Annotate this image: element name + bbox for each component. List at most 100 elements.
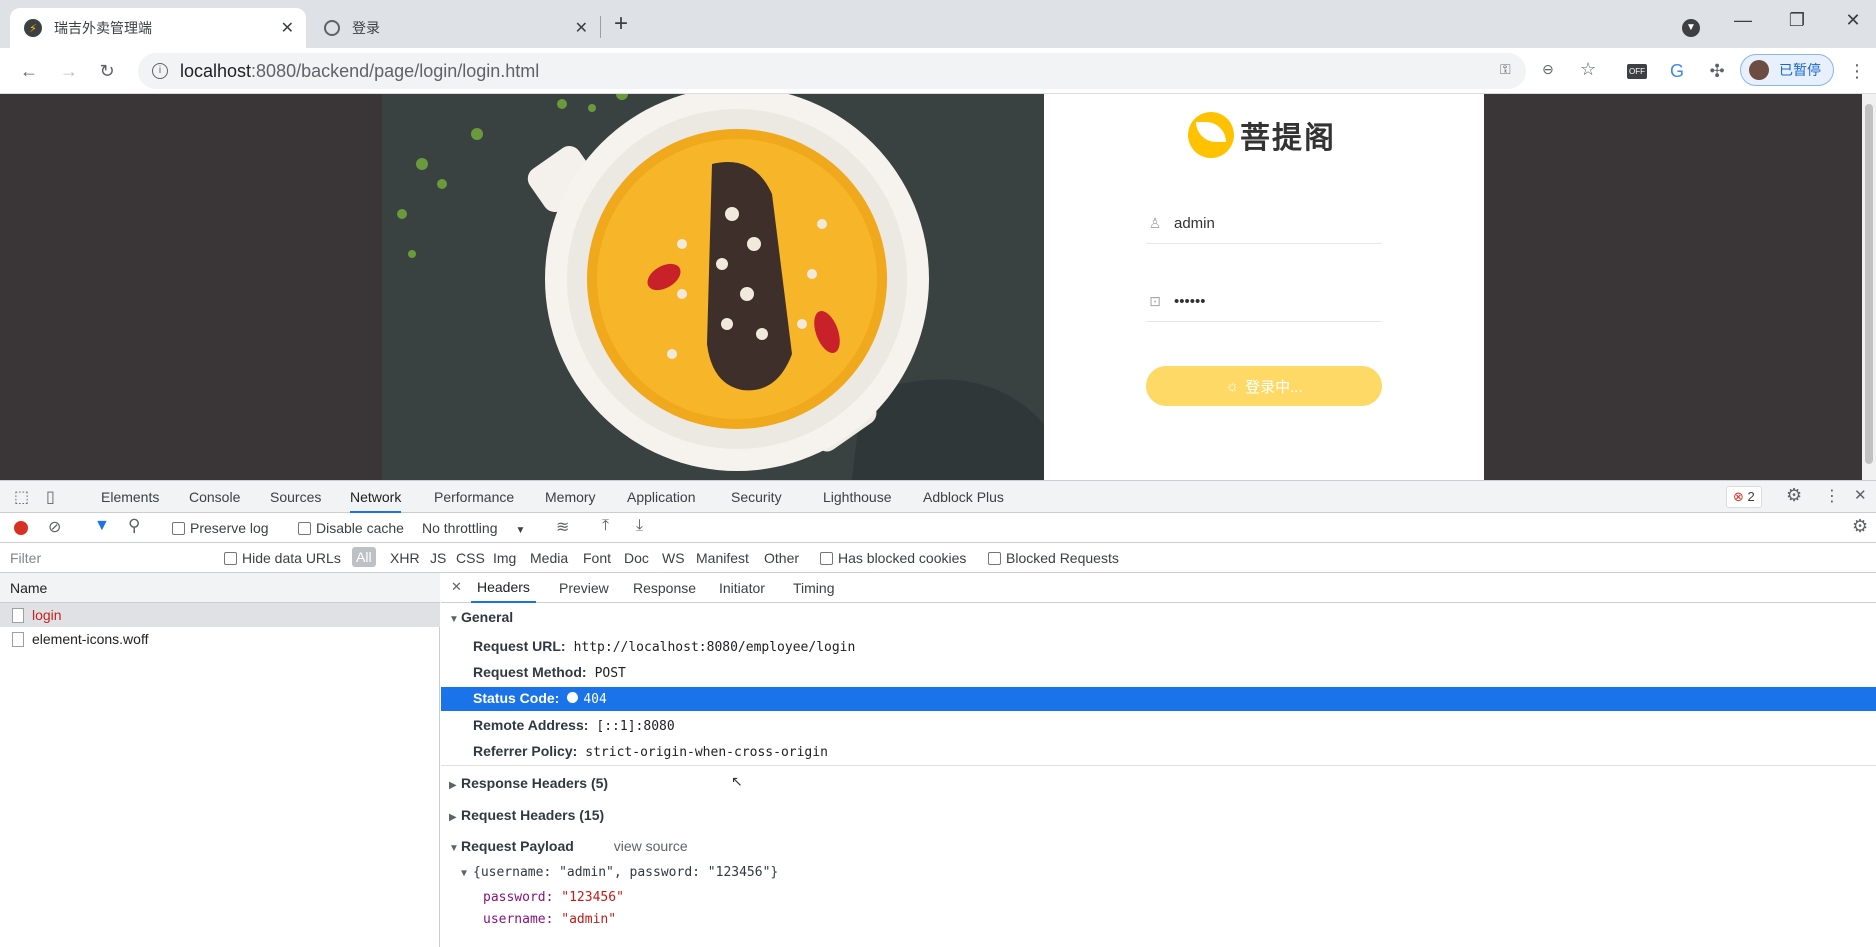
response-headers-toggle[interactable]: ▶ Response Headers (5) <box>449 775 608 791</box>
hide-data-urls-checkbox[interactable]: Hide data URLs <box>224 550 341 566</box>
password-field[interactable]: ⊡ •••••• <box>1146 282 1382 322</box>
request-name: element-icons.woff <box>32 631 149 647</box>
expand-triangle-icon: ▼ <box>449 614 459 625</box>
address-bar[interactable]: i localhost:8080/backend/page/login/logi… <box>138 53 1596 89</box>
brand-name: 菩提阁 <box>1240 122 1336 155</box>
restore-button[interactable]: ❐ <box>1782 10 1812 31</box>
new-tab-button[interactable]: + <box>614 10 628 38</box>
search-icon[interactable]: ⚲ <box>128 516 140 536</box>
tab-initiator[interactable]: Initiator <box>719 580 765 596</box>
tab-preview[interactable]: Preview <box>559 580 609 596</box>
devtools-tab-performance[interactable]: Performance <box>434 481 514 513</box>
table-row[interactable]: login <box>0 603 440 627</box>
browser-tab-active[interactable]: ⚡ 瑞吉外卖管理端 ✕ <box>10 8 306 48</box>
devtools-tab-lighthouse[interactable]: Lighthouse <box>823 481 892 513</box>
bookmark-star-icon[interactable]: ☆ <box>1580 59 1596 80</box>
filter-input[interactable]: Filter <box>10 550 41 566</box>
header-value: http://localhost:8080/employee/login <box>573 640 856 655</box>
import-har-icon[interactable]: ⤒ <box>602 517 609 535</box>
preserve-log-checkbox[interactable]: Preserve log <box>172 520 269 536</box>
tab-timing[interactable]: Timing <box>793 580 835 596</box>
tab-search-icon[interactable]: ▼ <box>1676 14 1706 37</box>
browser-tab[interactable]: 登录 ✕ <box>310 8 600 48</box>
close-tab-icon[interactable]: ✕ <box>575 18 588 38</box>
disable-cache-checkbox[interactable]: Disable cache <box>298 520 404 536</box>
general-section-toggle[interactable]: ▼ General <box>449 609 513 625</box>
request-headers-toggle[interactable]: ▶ Request Headers (15) <box>449 807 604 823</box>
mouse-cursor-icon: ↖ <box>731 773 743 789</box>
devtools-tab-console[interactable]: Console <box>189 481 240 513</box>
payload-summary[interactable]: ▼ {username: "admin", password: "123456"} <box>461 862 778 884</box>
table-row[interactable]: element-icons.woff <box>0 627 440 651</box>
zoom-icon[interactable]: ⊖ <box>1542 61 1554 78</box>
header-label: Request URL: <box>473 638 566 654</box>
devtools-tab-adblock-plus[interactable]: Adblock Plus <box>923 481 1004 513</box>
profile-status: 已暂停 <box>1779 62 1821 78</box>
filter-type-doc[interactable]: Doc <box>624 550 649 566</box>
filter-type-media[interactable]: Media <box>530 550 568 566</box>
settings-gear-icon[interactable]: ⚙ <box>1786 485 1802 506</box>
devtools-tab-elements[interactable]: Elements <box>101 481 159 513</box>
tab-divider <box>600 16 601 38</box>
throttling-value: No throttling <box>422 520 498 536</box>
detail-tab-bar: ✕ Headers Preview Response Initiator Tim… <box>441 573 1876 603</box>
login-button[interactable]: ☼ 登录中... <box>1146 366 1382 406</box>
food-image <box>382 94 1044 480</box>
menu-kebab-icon[interactable]: ⋮ <box>1844 58 1870 84</box>
close-detail-icon[interactable]: ✕ <box>451 579 462 595</box>
view-source-link[interactable]: view source <box>614 838 688 854</box>
device-toolbar-icon[interactable]: ▯ <box>46 487 55 507</box>
devtools-tab-memory[interactable]: Memory <box>545 481 596 513</box>
profile-button[interactable]: 已暂停 <box>1740 54 1834 86</box>
back-arrow-icon[interactable]: ← <box>16 58 42 84</box>
login-button-label: 登录中... <box>1245 378 1303 396</box>
loading-spinner-icon: ☼ <box>1225 377 1240 395</box>
blocked-requests-checkbox[interactable]: Blocked Requests <box>988 550 1119 566</box>
filter-type-img[interactable]: Img <box>493 550 516 566</box>
network-conditions-icon[interactable]: ≋ <box>556 517 569 537</box>
filter-type-ws[interactable]: WS <box>662 550 685 566</box>
request-payload-toggle[interactable]: ▼ Request Payload view source <box>449 838 688 854</box>
username-field[interactable]: ♙ admin <box>1146 204 1382 244</box>
info-icon[interactable]: i <box>152 63 168 79</box>
minimize-button[interactable]: — <box>1728 10 1758 31</box>
clear-icon[interactable]: ⊘ <box>48 517 61 537</box>
payload-field: password: "123456" <box>483 890 624 905</box>
request-name: login <box>32 607 62 623</box>
inspect-element-icon[interactable]: ⬚ <box>14 487 29 507</box>
filter-type-font[interactable]: Font <box>583 550 611 566</box>
filter-funnel-icon[interactable]: ▼ <box>94 517 110 535</box>
extension-off-icon[interactable]: OFF <box>1624 58 1650 84</box>
devtools-tab-security[interactable]: Security <box>731 481 782 513</box>
close-devtools-icon[interactable]: ✕ <box>1854 486 1867 504</box>
filter-type-all[interactable]: All <box>352 547 376 567</box>
record-icon[interactable] <box>14 521 28 535</box>
translate-icon[interactable]: G <box>1664 58 1690 84</box>
devtools-tab-network[interactable]: Network <box>350 481 402 513</box>
chevron-down-icon: ▼ <box>515 525 526 536</box>
forward-arrow-icon[interactable]: → <box>56 58 82 84</box>
devtools-menu-icon[interactable]: ⋮ <box>1824 486 1840 506</box>
filter-type-xhr[interactable]: XHR <box>390 550 420 566</box>
export-har-icon[interactable]: ⤓ <box>636 517 643 535</box>
extensions-puzzle-icon[interactable]: ✣ <box>1704 58 1730 84</box>
tab-response[interactable]: Response <box>633 580 696 596</box>
devtools-tab-sources[interactable]: Sources <box>270 481 321 513</box>
page-scrollbar[interactable] <box>1862 94 1876 480</box>
error-badge[interactable]: ⊗ 2 <box>1726 486 1762 508</box>
filter-type-css[interactable]: CSS <box>456 550 485 566</box>
devtools-tab-application[interactable]: Application <box>627 481 696 513</box>
name-column-header[interactable]: Name <box>0 573 440 603</box>
throttling-select[interactable]: No throttling ▼ <box>422 520 525 536</box>
tab-headers[interactable]: Headers <box>471 573 536 603</box>
has-blocked-cookies-checkbox[interactable]: Has blocked cookies <box>820 550 966 566</box>
close-tab-icon[interactable]: ✕ <box>281 18 294 38</box>
reload-icon[interactable]: ↻ <box>94 58 120 84</box>
close-window-button[interactable]: ✕ <box>1838 10 1868 31</box>
network-settings-icon[interactable]: ⚙ <box>1852 516 1868 537</box>
filter-type-manifest[interactable]: Manifest <box>696 550 749 566</box>
name-header-label: Name <box>10 580 48 596</box>
key-icon[interactable]: ⚿ <box>1500 61 1511 78</box>
filter-type-js[interactable]: JS <box>430 550 446 566</box>
filter-type-other[interactable]: Other <box>764 550 799 566</box>
